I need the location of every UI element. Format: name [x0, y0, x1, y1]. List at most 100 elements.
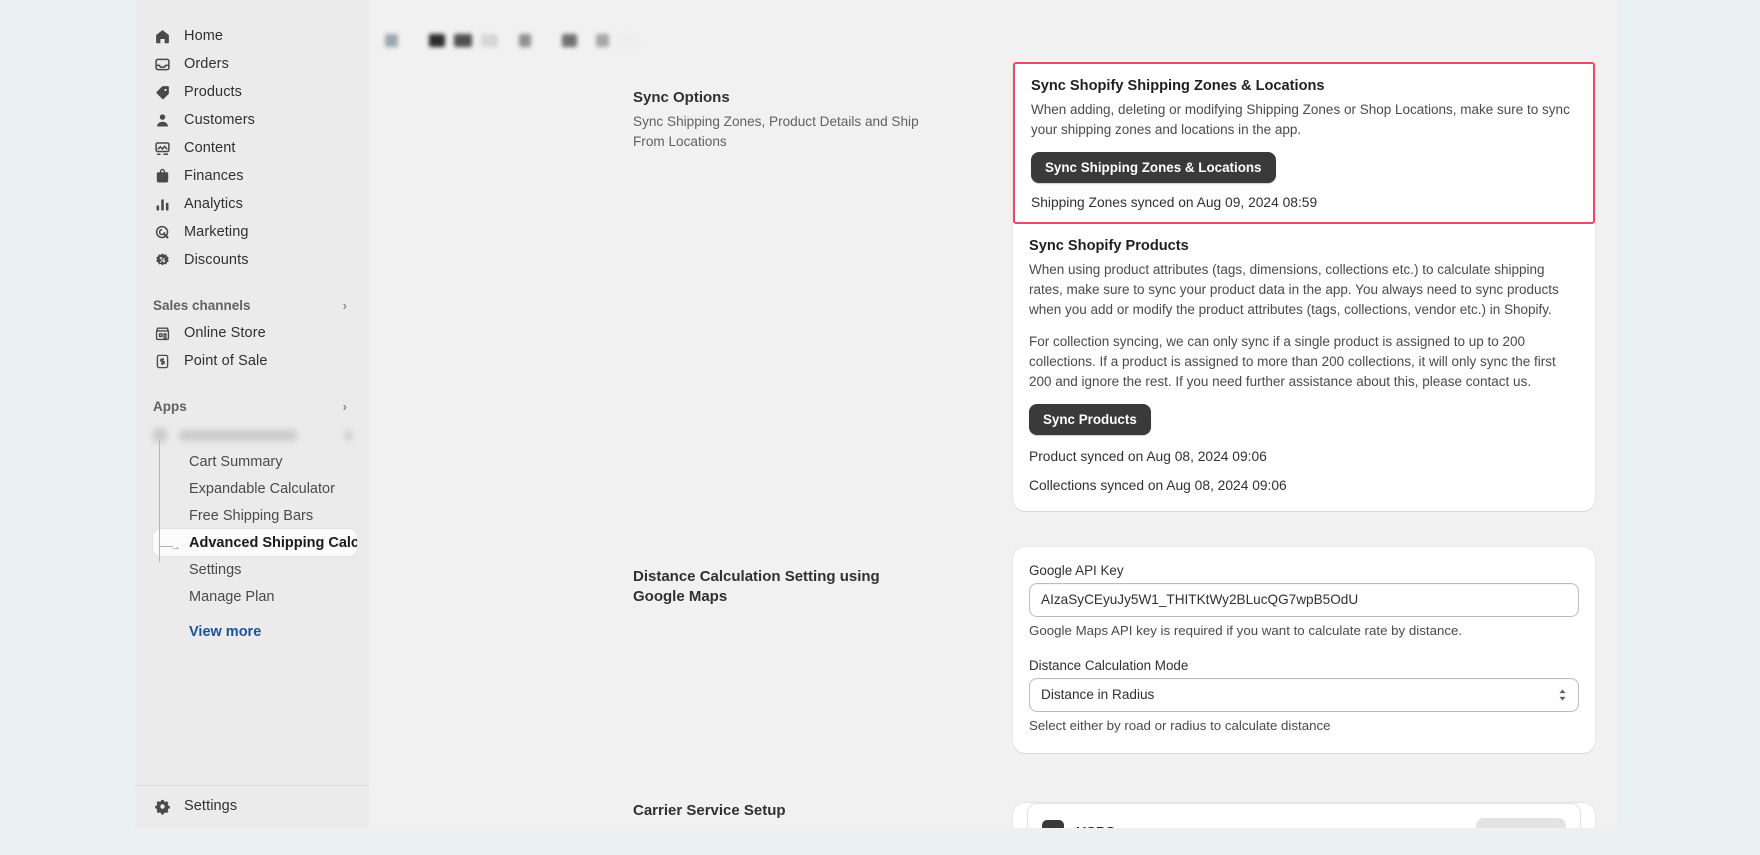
- sidebar-item-expandable-calculator[interactable]: Expandable Calculator: [153, 475, 357, 502]
- sub-item-label: Settings: [189, 561, 242, 578]
- expand-plus-icon[interactable]: +: [1042, 820, 1064, 828]
- distance-mode-select-wrap: [1029, 677, 1579, 712]
- apps-label: Apps: [153, 399, 187, 414]
- distance-section-title: Distance Calculation Setting using Googl…: [633, 567, 880, 605]
- sync-products-paragraph-1: When using product attributes (tags, dim…: [1029, 261, 1559, 317]
- topbar-chip-redacted[interactable]: [454, 34, 472, 47]
- app-subnav: → Cart Summary Expandable Calculator Fre…: [153, 440, 369, 645]
- chevron-right-icon[interactable]: ›: [343, 400, 347, 413]
- topbar-chip-redacted[interactable]: [562, 34, 577, 47]
- sync-shopify-products-block: Sync Shopify Products When using product…: [1013, 224, 1595, 511]
- sidebar-item-analytics[interactable]: Analytics: [145, 190, 359, 218]
- distance-mode-select[interactable]: [1029, 677, 1579, 712]
- topbar-chip-redacted[interactable]: [519, 34, 531, 47]
- sidebar-item-settings-bottom[interactable]: Settings: [145, 792, 359, 820]
- sidebar-item-label: Online Store: [184, 325, 266, 341]
- analytics-bars-icon: [153, 195, 172, 214]
- top-bar: [369, 0, 1617, 62]
- distance-card: Google API Key Google Maps API key is re…: [1013, 546, 1595, 753]
- topbar-chip-redacted[interactable]: [618, 34, 638, 47]
- sub-item-label: Expandable Calculator: [189, 480, 335, 497]
- sync-options-section: Sync Options Sync Shipping Zones, Produc…: [369, 62, 1617, 529]
- carrier-list: + USPS Verify API: [1027, 802, 1581, 828]
- orders-icon: [153, 55, 172, 74]
- carrier-section-subtitle: Setup shipping based on conditions.: [633, 825, 933, 828]
- tree-line: [159, 440, 160, 562]
- verify-api-button[interactable]: Verify API: [1475, 817, 1566, 828]
- carrier-description: Carrier Service Setup Setup shipping bas…: [369, 771, 1013, 828]
- carrier-service-section: Carrier Service Setup Setup shipping bas…: [369, 771, 1617, 828]
- sidebar-item-label: Content: [184, 140, 236, 156]
- google-api-key-help: Google Maps API key is required if you w…: [1029, 622, 1463, 638]
- sidebar-item-settings[interactable]: Settings: [153, 556, 357, 583]
- topbar-chip-redacted[interactable]: [481, 34, 498, 47]
- sidebar-item-point-of-sale[interactable]: Point of Sale: [145, 347, 359, 375]
- sync-options-card-wrap: Sync Shopify Shipping Zones & Locations …: [1013, 62, 1595, 529]
- app-badge-redacted: [345, 429, 352, 441]
- tree-arrow-icon: →: [170, 541, 181, 553]
- customers-person-icon: [153, 111, 172, 130]
- sidebar-item-customers[interactable]: Customers: [145, 106, 359, 134]
- sub-item-label: Cart Summary: [189, 453, 283, 470]
- sidebar-item-free-shipping-bars[interactable]: Free Shipping Bars: [153, 502, 357, 529]
- distance-description: Distance Calculation Setting using Googl…: [369, 529, 1013, 771]
- sidebar-item-marketing[interactable]: Marketing: [145, 218, 359, 246]
- sidebar-item-label: Finances: [184, 168, 244, 184]
- sidebar-item-home[interactable]: Home: [145, 22, 359, 50]
- sidebar-settings-footer: Settings: [135, 785, 369, 828]
- sales-channels-heading: Sales channels ›: [153, 298, 359, 313]
- distance-calculation-section: Distance Calculation Setting using Googl…: [369, 529, 1617, 771]
- apps-heading: Apps ›: [153, 399, 359, 414]
- sidebar-item-label: Settings: [184, 798, 238, 814]
- sidebar: Home Orders Products Customers Content F…: [135, 0, 369, 828]
- app-screen: Home Orders Products Customers Content F…: [0, 0, 1760, 855]
- sidebar-item-cart-summary[interactable]: Cart Summary: [153, 448, 357, 475]
- sidebar-item-label: Analytics: [184, 196, 243, 212]
- product-synced-note: Product synced on Aug 08, 2024 09:06: [1029, 448, 1267, 464]
- sidebar-item-label: Marketing: [184, 224, 249, 240]
- app-avatar-redacted: [153, 428, 167, 442]
- sidebar-item-label: Discounts: [184, 252, 249, 268]
- sidebar-item-orders[interactable]: Orders: [145, 50, 359, 78]
- sync-zones-description: When adding, deleting or modifying Shipp…: [1031, 102, 1570, 137]
- pos-icon: [153, 352, 172, 371]
- sync-zones-title: Sync Shopify Shipping Zones & Locations: [1031, 78, 1325, 94]
- carrier-card: + USPS Verify API: [1013, 802, 1595, 828]
- topbar-chip-redacted[interactable]: [596, 34, 609, 47]
- sales-channels-label: Sales channels: [153, 298, 251, 313]
- google-api-key-label: Google API Key: [1029, 562, 1124, 578]
- sidebar-item-label: Point of Sale: [184, 353, 268, 369]
- sidebar-item-label: Customers: [184, 112, 255, 128]
- sync-products-title: Sync Shopify Products: [1029, 237, 1189, 254]
- sidebar-item-advanced-shipping-calculator[interactable]: Advanced Shipping Calcu…: [153, 529, 357, 556]
- sync-shipping-zones-highlight: Sync Shopify Shipping Zones & Locations …: [1013, 62, 1595, 224]
- sub-item-label: Manage Plan: [189, 588, 275, 605]
- storefront-icon: [153, 324, 172, 343]
- sidebar-item-finances[interactable]: Finances: [145, 162, 359, 190]
- carrier-section-title: Carrier Service Setup: [633, 801, 786, 819]
- topbar-chip-redacted[interactable]: [429, 34, 445, 47]
- sync-products-paragraph-2: For collection syncing, we can only sync…: [1029, 333, 1556, 389]
- sidebar-item-products[interactable]: Products: [145, 78, 359, 106]
- collections-synced-note: Collections synced on Aug 08, 2024 09:06: [1029, 477, 1287, 493]
- topbar-chip-redacted[interactable]: [385, 34, 398, 47]
- google-api-key-input[interactable]: [1029, 582, 1579, 617]
- page-section-subtitle: Sync Shipping Zones, Product Details and…: [633, 114, 919, 149]
- products-tag-icon: [153, 83, 172, 102]
- view-more-link[interactable]: View more: [153, 618, 357, 645]
- sidebar-item-label: Orders: [184, 56, 229, 72]
- sync-products-button[interactable]: Sync Products: [1029, 403, 1151, 435]
- app-name-redacted[interactable]: [153, 422, 359, 448]
- sidebar-item-discounts[interactable]: Discounts: [145, 246, 359, 274]
- sub-item-label: Free Shipping Bars: [189, 507, 314, 524]
- sync-shipping-zones-locations-button[interactable]: Sync Shipping Zones & Locations: [1031, 151, 1276, 183]
- finances-bag-icon: [153, 167, 172, 186]
- distance-card-wrap: Google API Key Google Maps API key is re…: [1013, 529, 1595, 771]
- chevron-right-icon[interactable]: ›: [343, 299, 347, 312]
- shipping-zones-synced-note: Shipping Zones synced on Aug 09, 2024 08…: [1031, 194, 1318, 210]
- distance-mode-label: Distance Calculation Mode: [1029, 657, 1189, 673]
- sidebar-item-online-store[interactable]: Online Store: [145, 319, 359, 347]
- sidebar-item-manage-plan[interactable]: Manage Plan: [153, 583, 357, 610]
- sidebar-item-content[interactable]: Content: [145, 134, 359, 162]
- page-section-title: Sync Options: [633, 89, 730, 106]
